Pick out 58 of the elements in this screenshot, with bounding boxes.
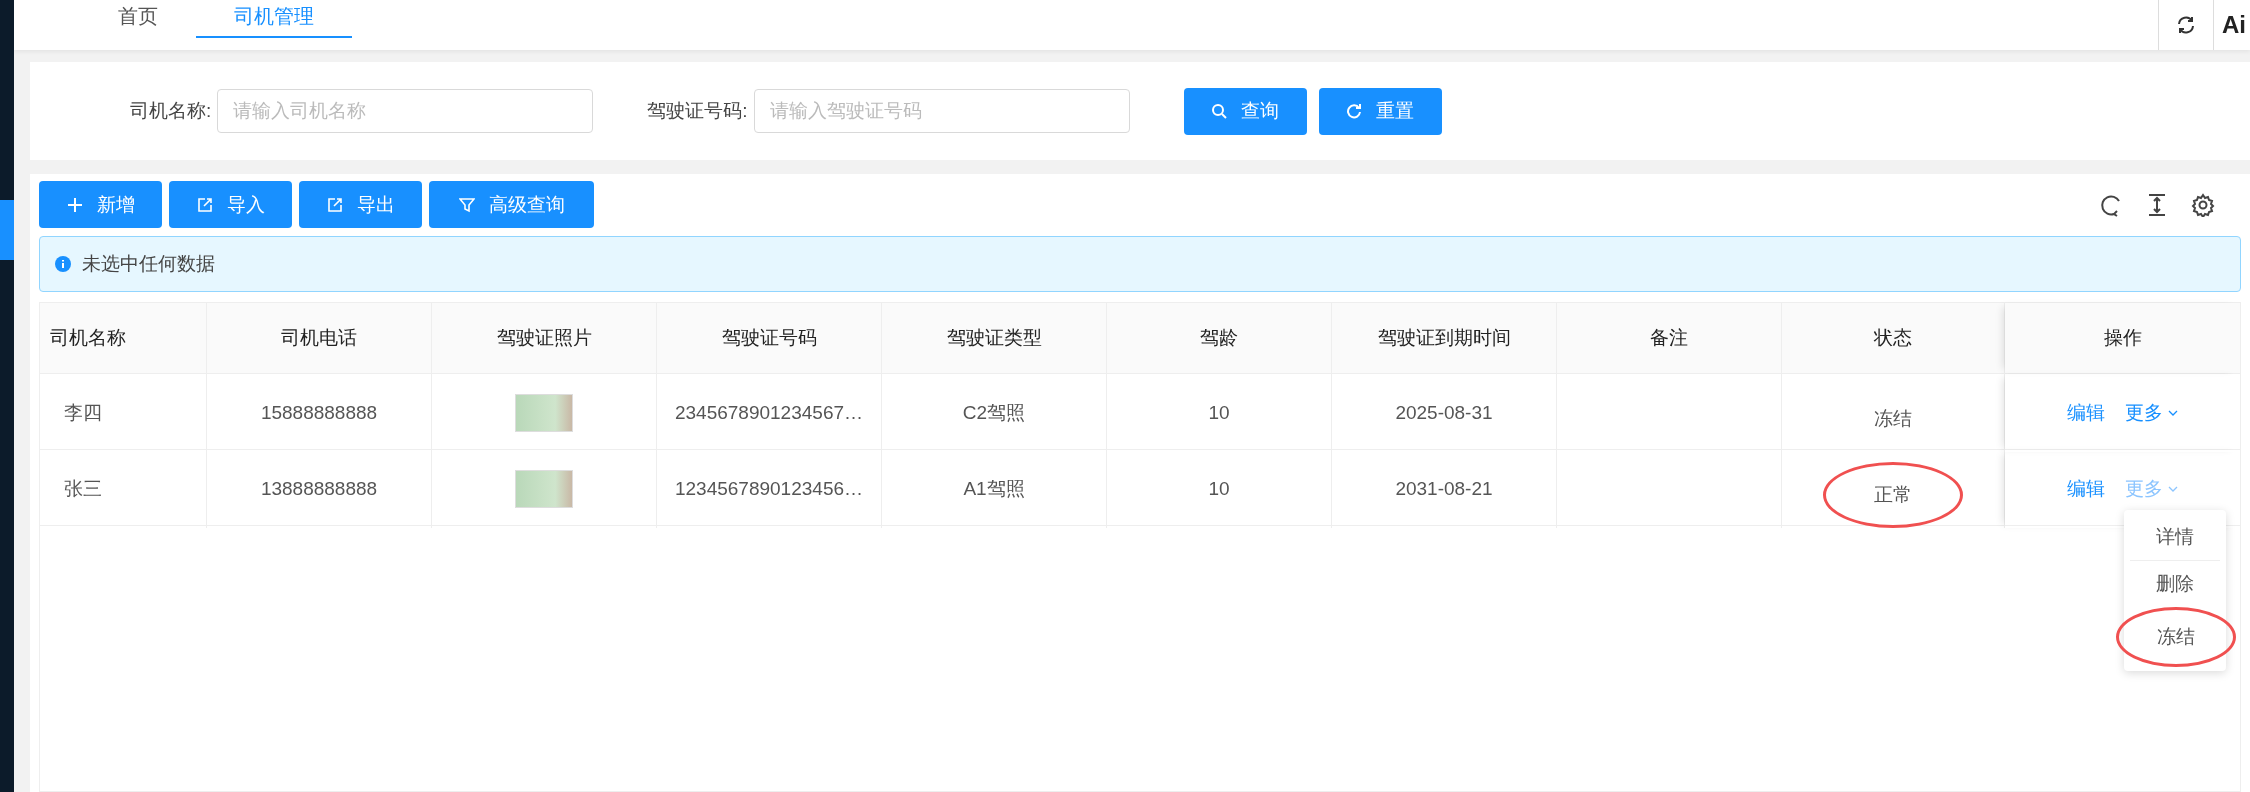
column-header: 备注 <box>1557 303 1782 373</box>
column-header: 驾驶证号码 <box>657 303 882 373</box>
more-dropdown[interactable]: 更多 <box>2124 400 2179 426</box>
reset-button[interactable]: 重置 <box>1318 87 1442 135</box>
plus-icon <box>66 196 83 213</box>
column-header: 操作 <box>2005 303 2240 373</box>
table-cell: 10 <box>1107 450 1332 528</box>
table-cell: 15888888888 <box>207 374 432 452</box>
table-cell: 1234567890123456… <box>657 450 882 528</box>
column-header: 司机电话 <box>207 303 432 373</box>
search-icon <box>1211 103 1228 119</box>
column-header: 驾驶证照片 <box>432 303 657 373</box>
funnel-icon <box>458 196 475 213</box>
nav-tab[interactable]: 首页 <box>80 0 196 36</box>
table-cell: 10 <box>1107 374 1332 452</box>
table-cell: 2345678901234567… <box>657 374 882 452</box>
status-text: 冻结 <box>1873 407 1913 431</box>
table-cell: 张三 <box>40 450 207 528</box>
refresh-button[interactable] <box>2158 0 2214 50</box>
table-cell: C2驾照 <box>882 374 1107 452</box>
status-text: 正常 <box>1823 462 1963 528</box>
export-button[interactable]: 导出 <box>299 181 422 228</box>
more-dropdown[interactable]: 更多 <box>2124 476 2179 502</box>
refresh-icon[interactable] <box>2099 192 2123 217</box>
alert-text: 未选中任何数据 <box>82 252 215 276</box>
table-cell: 13888888888 <box>207 450 432 528</box>
add-button[interactable]: 新增 <box>39 181 162 228</box>
settings-icon[interactable] <box>2191 192 2215 217</box>
input-field[interactable]: 请输入司机名称 <box>217 89 594 133</box>
info-icon <box>54 255 72 273</box>
edit-square-icon <box>196 196 213 213</box>
table-cell: 李四 <box>40 374 207 452</box>
edit-link[interactable]: 编辑 <box>2066 400 2105 426</box>
import-button[interactable]: 导入 <box>169 181 292 228</box>
input-field[interactable]: 请输入驾驶证号码 <box>753 89 1130 133</box>
edit-square-icon <box>326 196 343 213</box>
advanced-search-button[interactable]: 高级查询 <box>429 181 594 228</box>
menu-item[interactable]: 冻结 <box>2116 607 2236 667</box>
menu-item[interactable]: 详情 <box>2130 514 2220 561</box>
column-header: 驾龄 <box>1107 303 1332 373</box>
table-cell: 2031-08-21 <box>1332 450 1557 528</box>
nav-tab[interactable]: 司机管理 <box>196 0 352 38</box>
field-label: 司机名称: <box>130 99 212 123</box>
field-label: 驾驶证号码: <box>647 99 748 123</box>
table-cell: 2025-08-31 <box>1332 374 1557 452</box>
user-label[interactable]: Ai <box>2214 11 2250 39</box>
column-header: 司机名称 <box>40 303 207 373</box>
table-cell: A1驾照 <box>882 450 1107 528</box>
photo-placeholder <box>515 394 573 432</box>
photo-placeholder <box>515 470 573 508</box>
search-button[interactable]: 查询 <box>1183 87 1307 135</box>
column-header: 状态 <box>1782 303 2005 373</box>
edit-link[interactable]: 编辑 <box>2066 476 2105 502</box>
reset-icon <box>1346 103 1363 119</box>
menu-item[interactable]: 删除 <box>2130 561 2220 607</box>
column-header: 驾驶证到期时间 <box>1332 303 1557 373</box>
refresh-icon <box>2176 15 2196 35</box>
column-header: 驾驶证类型 <box>882 303 1107 373</box>
